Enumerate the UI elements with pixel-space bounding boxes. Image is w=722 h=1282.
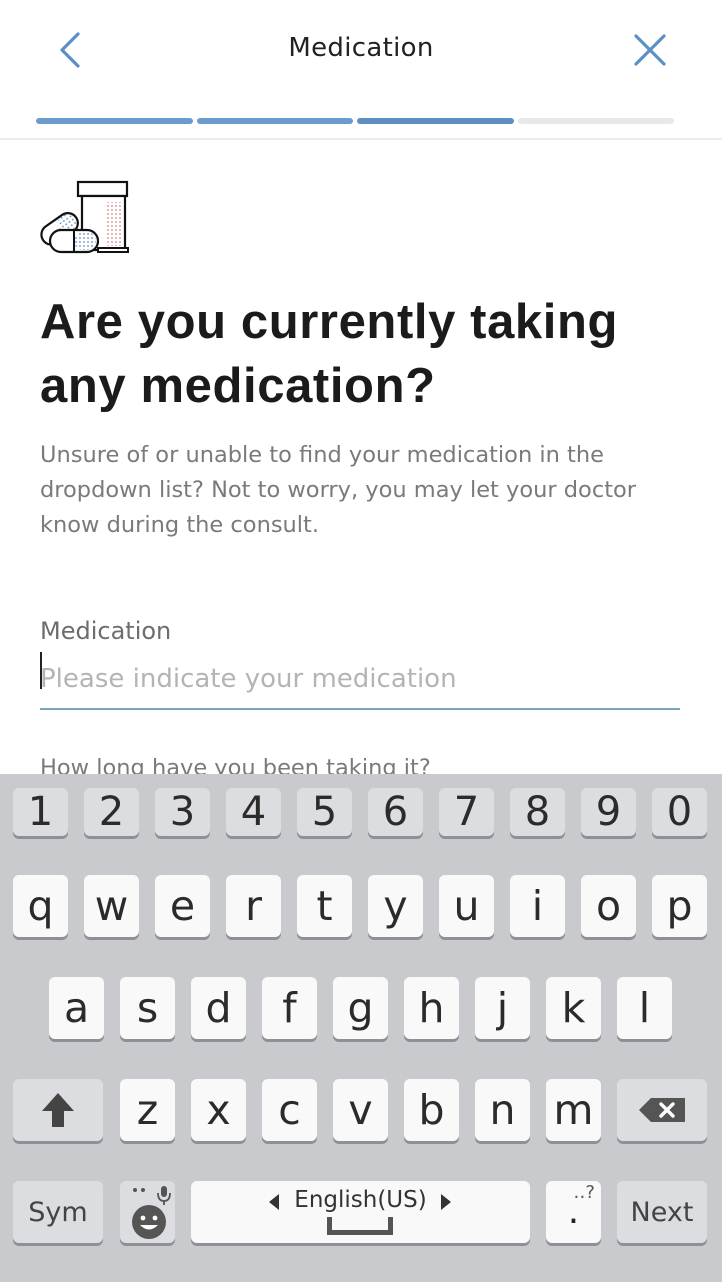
duration-label: How long have you been taking it? [40, 755, 431, 774]
key-t[interactable]: t [297, 875, 352, 937]
key-m[interactable]: m [546, 1079, 601, 1141]
key-g[interactable]: g [333, 977, 388, 1039]
question-title: Are you currently taking any medication? [40, 295, 619, 413]
key-9[interactable]: 9 [581, 788, 636, 836]
key-h[interactable]: h [404, 977, 459, 1039]
key-b[interactable]: b [404, 1079, 459, 1141]
key-5[interactable]: 5 [297, 788, 352, 836]
key-s[interactable]: s [120, 977, 175, 1039]
medication-bottle-pills-icon [40, 180, 129, 254]
key-0[interactable]: 0 [652, 788, 707, 836]
backspace-key[interactable] [617, 1079, 707, 1141]
text-cursor [40, 652, 42, 689]
key-8[interactable]: 8 [510, 788, 565, 836]
language-right-arrow-icon [441, 1194, 451, 1210]
key-j[interactable]: j [475, 977, 530, 1039]
key-o[interactable]: o [581, 875, 636, 937]
page-title: Medication [288, 33, 434, 63]
key-i[interactable]: i [510, 875, 565, 937]
sym-key-label: Sym [28, 1196, 88, 1228]
question-content: Are you currently taking any medication?… [0, 140, 722, 774]
key-w[interactable]: w [84, 875, 139, 937]
period-key-label: . [567, 1191, 580, 1232]
close-button[interactable] [626, 26, 674, 74]
emoji-mic-key[interactable] [120, 1181, 175, 1243]
key-e[interactable]: e [155, 875, 210, 937]
key-v[interactable]: v [333, 1079, 388, 1141]
key-a[interactable]: a [49, 977, 104, 1039]
space-key-language: English(US) [294, 1187, 427, 1213]
medication-label: Medication [40, 617, 172, 645]
app-screen: Medication Are you currently taking any … [0, 0, 722, 1282]
key-k[interactable]: k [546, 977, 601, 1039]
onscreen-keyboard: 1 2 3 4 5 6 7 8 9 0 q w e r t y u i o p … [0, 774, 722, 1282]
key-y[interactable]: y [368, 875, 423, 937]
key-6[interactable]: 6 [368, 788, 423, 836]
key-c[interactable]: c [262, 1079, 317, 1141]
emoji-mic-icon [131, 1186, 171, 1239]
space-icon [327, 1217, 393, 1235]
next-key-label: Next [630, 1196, 694, 1228]
key-q[interactable]: q [13, 875, 68, 937]
shift-key[interactable] [13, 1079, 103, 1141]
shift-arrow-icon [42, 1093, 74, 1127]
key-7[interactable]: 7 [439, 788, 494, 836]
key-1[interactable]: 1 [13, 788, 68, 836]
header: Medication [0, 0, 722, 140]
key-u[interactable]: u [439, 875, 494, 937]
space-key[interactable]: English(US) [191, 1181, 530, 1243]
medication-input[interactable] [40, 650, 680, 710]
key-d[interactable]: d [191, 977, 246, 1039]
key-z[interactable]: z [120, 1079, 175, 1141]
key-3[interactable]: 3 [155, 788, 210, 836]
question-description: Unsure of or unable to find your medicat… [40, 442, 637, 538]
period-key[interactable]: ‥? . [546, 1181, 601, 1243]
key-4[interactable]: 4 [226, 788, 281, 836]
key-n[interactable]: n [475, 1079, 530, 1141]
progress-step-2 [196, 118, 353, 124]
progress-step-1 [36, 118, 193, 124]
key-p[interactable]: p [652, 875, 707, 937]
progress-step-4 [517, 118, 674, 124]
key-l[interactable]: l [617, 977, 672, 1039]
progress-bar [36, 118, 674, 124]
key-r[interactable]: r [226, 875, 281, 937]
key-2[interactable]: 2 [84, 788, 139, 836]
key-f[interactable]: f [262, 977, 317, 1039]
progress-step-3 [357, 118, 514, 124]
key-x[interactable]: x [191, 1079, 246, 1141]
sym-key[interactable]: Sym [13, 1181, 103, 1243]
backspace-icon [639, 1098, 685, 1122]
next-key[interactable]: Next [617, 1181, 707, 1243]
close-icon [634, 34, 666, 66]
